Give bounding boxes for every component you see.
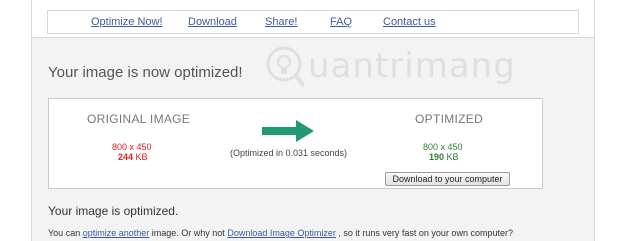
nav-share[interactable]: Share! <box>265 16 297 28</box>
watermark: uantrimang <box>264 40 516 90</box>
arrow-right-icon <box>262 120 314 142</box>
nav-download[interactable]: Download <box>188 16 237 28</box>
download-button[interactable]: Download to your computer <box>385 172 510 186</box>
page-container: Optimize Now! Download Share! FAQ Contac… <box>31 0 595 241</box>
nav-optimize-now[interactable]: Optimize Now! <box>91 16 163 28</box>
page-title: Your image is now optimized! <box>48 64 243 81</box>
lightbulb-logo-icon <box>266 46 304 88</box>
top-nav: Optimize Now! Download Share! FAQ Contac… <box>47 10 579 34</box>
original-title: ORIGINAL IMAGE <box>87 112 191 126</box>
bottom-text: You can optimize another image. Or why n… <box>48 228 513 238</box>
optimized-dimensions: 800 x 450 <box>423 142 463 152</box>
optimize-another-link[interactable]: optimize another <box>83 228 150 238</box>
optimized-size: 190 KB <box>429 152 459 162</box>
original-dimensions: 800 x 450 <box>112 142 152 152</box>
nav-faq[interactable]: FAQ <box>330 16 352 28</box>
top-nav-area: Optimize Now! Download Share! FAQ Contac… <box>32 0 594 38</box>
sub-heading: Your image is optimized. <box>48 204 179 218</box>
original-size: 244 KB <box>118 152 148 162</box>
optimized-title: OPTIMIZED <box>415 112 484 126</box>
download-optimizer-link[interactable]: Download Image Optimizer <box>227 228 336 238</box>
nav-contact-us[interactable]: Contact us <box>383 16 436 28</box>
result-panel: ORIGINAL IMAGE 800 x 450 244 KB (Optimiz… <box>48 98 543 189</box>
watermark-text: uantrimang <box>308 46 516 86</box>
optimization-time: (Optimized in 0.031 seconds) <box>230 148 348 158</box>
